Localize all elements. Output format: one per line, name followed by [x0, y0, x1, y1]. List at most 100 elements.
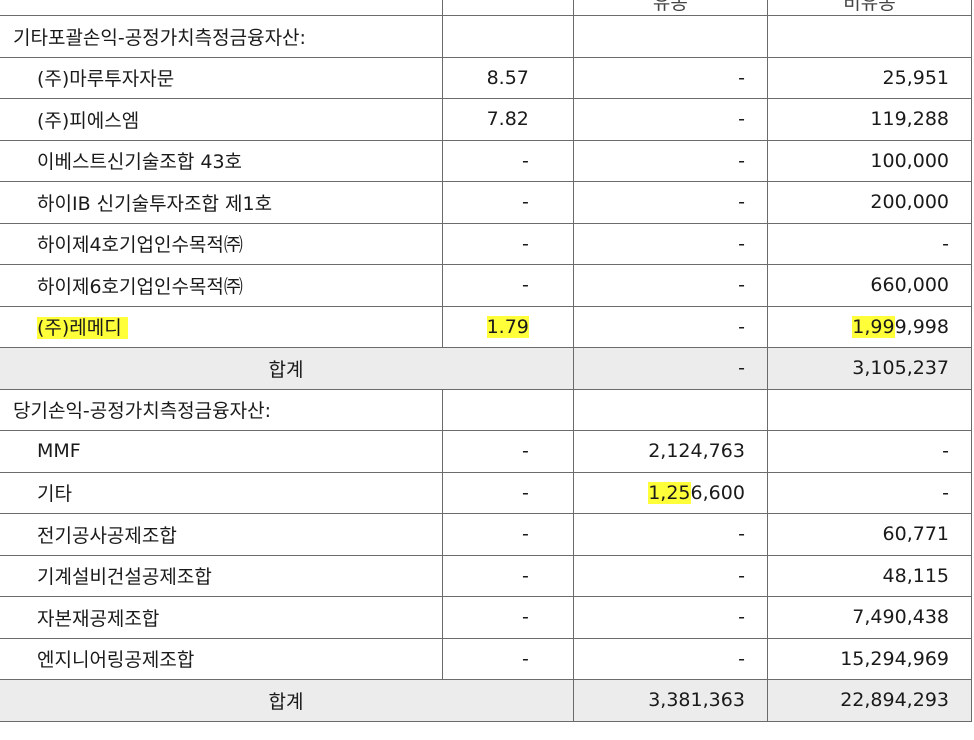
- header-current: 유동: [572, 0, 768, 16]
- ownership-ratio: -: [442, 430, 574, 473]
- total-noncurrent: 22,894,293: [766, 679, 973, 722]
- noncurrent-amount: -: [766, 222, 973, 265]
- company-name: 이베스트신기술조합 43호: [0, 139, 444, 182]
- current-amount: 2,124,763: [572, 430, 768, 473]
- ownership-ratio: 1.79: [442, 305, 574, 348]
- table-row: 기타 - 1,256,600 -: [0, 471, 973, 514]
- header-name-cell: [0, 0, 444, 16]
- current-amount: 1,256,600: [572, 471, 768, 514]
- current-amount: -: [572, 637, 768, 680]
- ownership-ratio-text: -: [522, 191, 529, 214]
- current-amount-text: -: [738, 149, 745, 172]
- company-name-text: 기계설비건설공제조합: [37, 566, 212, 589]
- empty-cell: [572, 388, 768, 431]
- total-current-text: 3,381,363: [648, 689, 745, 712]
- total-current-text: -: [738, 357, 745, 380]
- noncurrent-amount: 15,294,969: [766, 637, 973, 680]
- current-amount: -: [572, 139, 768, 182]
- ownership-ratio-text: -: [522, 564, 529, 587]
- noncurrent-amount: 25,951: [766, 56, 973, 99]
- noncurrent-amount: 660,000: [766, 264, 973, 307]
- section-header-row: 당기손익-공정가치측정금융자산:: [0, 388, 973, 431]
- empty-cell: [766, 388, 973, 431]
- company-name-text: 전기공사공제조합: [37, 524, 177, 547]
- highlight-mark: 1,25: [648, 481, 691, 504]
- table-row: 엔지니어링공제조합 - - 15,294,969: [0, 637, 973, 680]
- current-amount-text: -: [738, 274, 745, 297]
- section-title-text: 당기손익-공정가치측정금융자산:: [13, 400, 271, 423]
- total-noncurrent: 3,105,237: [766, 347, 973, 390]
- company-name: 전기공사공제조합: [0, 513, 444, 556]
- company-name: (주)마루투자자문: [0, 56, 444, 99]
- current-amount-text: 2,124,763: [648, 440, 745, 463]
- noncurrent-amount: 1,999,998: [766, 305, 973, 348]
- company-name: (주)레메디: [0, 305, 444, 348]
- ownership-ratio-text: 8.57: [486, 66, 529, 89]
- total-label-text: 합계: [268, 690, 304, 713]
- company-name: MMF: [0, 430, 444, 473]
- noncurrent-amount-text: -: [942, 232, 949, 255]
- company-name-text: 기타: [37, 483, 72, 506]
- ownership-ratio: -: [442, 554, 574, 597]
- total-row: 합계 - 3,105,237: [0, 347, 973, 390]
- total-label: 합계: [0, 347, 574, 390]
- ownership-ratio: 7.82: [442, 98, 574, 141]
- ownership-ratio: -: [442, 637, 574, 680]
- company-name-text: (주)마루투자자문: [37, 68, 175, 91]
- company-name-text: 하이제6호기업인수목적㈜: [37, 275, 243, 298]
- ownership-ratio: -: [442, 471, 574, 514]
- noncurrent-amount-text: 100,000: [870, 149, 949, 172]
- header-ratio-cell: [442, 0, 574, 16]
- current-amount-text: -: [738, 523, 745, 546]
- ownership-ratio: -: [442, 139, 574, 182]
- noncurrent-amount: 100,000: [766, 139, 973, 182]
- current-amount-text: -: [738, 66, 745, 89]
- table-row: (주)레메디 1.79 - 1,999,998: [0, 305, 973, 348]
- company-name-text: 이베스트신기술조합 43호: [37, 151, 243, 174]
- current-amount: -: [572, 264, 768, 307]
- noncurrent-amount: 200,000: [766, 181, 973, 224]
- section-title-text: 기타포괄손익-공정가치측정금융자산:: [13, 26, 306, 49]
- current-amount: -: [572, 98, 768, 141]
- current-amount-text: -: [738, 108, 745, 131]
- current-amount: -: [572, 305, 768, 348]
- current-amount-text: -: [738, 606, 745, 629]
- company-name-text: (주)피에스엠: [37, 109, 140, 132]
- table-row: 하이제4호기업인수목적㈜ - - -: [0, 222, 973, 265]
- current-amount-text: 1,256,600: [648, 481, 745, 504]
- current-amount: -: [572, 513, 768, 556]
- table-row: 하이제6호기업인수목적㈜ - - 660,000: [0, 264, 973, 307]
- company-name-text: 하이제4호기업인수목적㈜: [37, 234, 243, 257]
- noncurrent-amount-text: 7,490,438: [852, 606, 949, 629]
- total-noncurrent-text: 22,894,293: [840, 689, 949, 712]
- section-header-row: 기타포괄손익-공정가치측정금융자산:: [0, 15, 973, 58]
- company-name: (주)피에스엠: [0, 98, 444, 141]
- current-amount-text: -: [738, 647, 745, 670]
- noncurrent-amount: 60,771: [766, 513, 973, 556]
- company-name: 하이제6호기업인수목적㈜: [0, 264, 444, 307]
- ownership-ratio: -: [442, 596, 574, 639]
- table-row: MMF - 2,124,763 -: [0, 430, 973, 473]
- company-name: 기계설비건설공제조합: [0, 554, 444, 597]
- total-current: 3,381,363: [572, 679, 768, 722]
- total-current: -: [572, 347, 768, 390]
- ownership-ratio: -: [442, 181, 574, 224]
- ownership-ratio-text: -: [522, 647, 529, 670]
- table-row: 자본재공제조합 - - 7,490,438: [0, 596, 973, 639]
- noncurrent-amount-text: 25,951: [882, 66, 949, 89]
- current-amount-text: -: [738, 564, 745, 587]
- ownership-ratio-text: -: [522, 274, 529, 297]
- ownership-ratio: -: [442, 264, 574, 307]
- noncurrent-amount-text: -: [942, 440, 949, 463]
- ownership-ratio: 8.57: [442, 56, 574, 99]
- noncurrent-amount-text: 48,115: [882, 564, 949, 587]
- noncurrent-amount-text: 119,288: [870, 108, 949, 131]
- empty-cell: [442, 388, 574, 431]
- table-row: (주)마루투자자문 8.57 - 25,951: [0, 56, 973, 99]
- section-title: 기타포괄손익-공정가치측정금융자산:: [0, 15, 444, 58]
- company-name: 하이제4호기업인수목적㈜: [0, 222, 444, 265]
- total-noncurrent-text: 3,105,237: [852, 357, 949, 380]
- total-row: 합계 3,381,363 22,894,293: [0, 679, 973, 722]
- total-label: 합계: [0, 679, 574, 722]
- noncurrent-amount-text: -: [942, 481, 949, 504]
